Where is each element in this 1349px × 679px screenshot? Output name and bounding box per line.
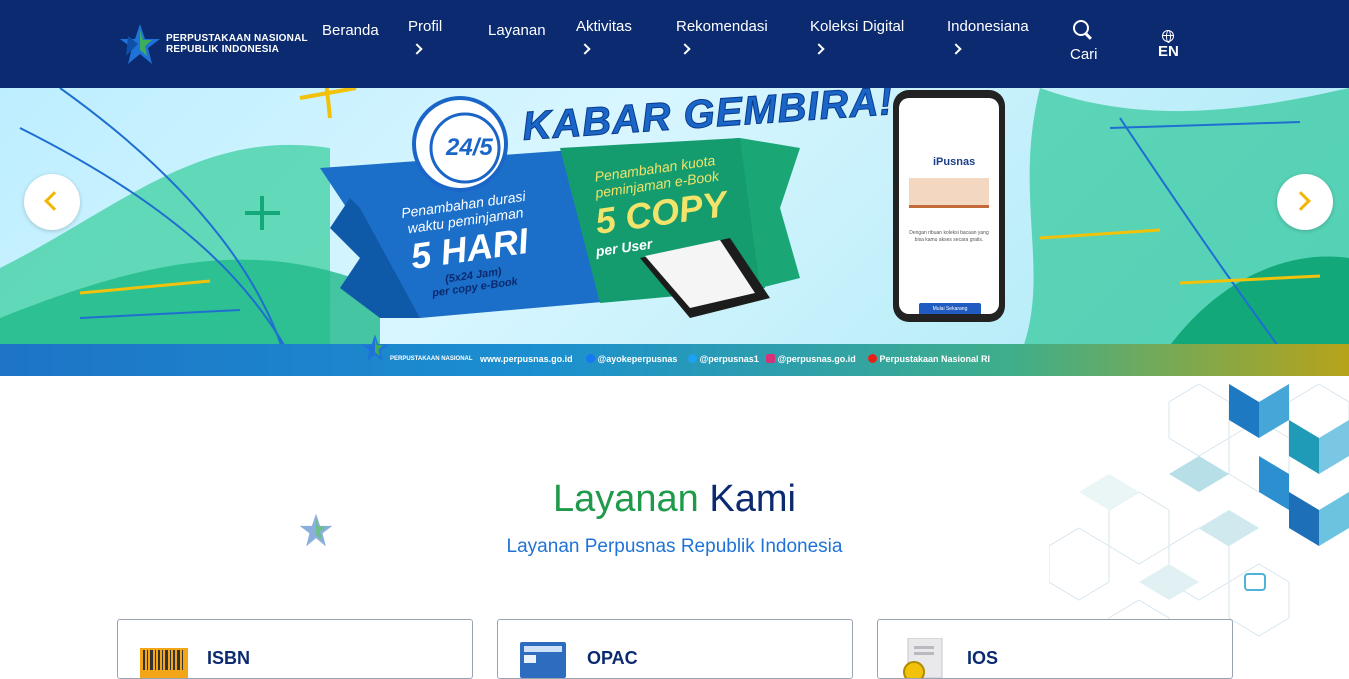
carousel-prev-button[interactable] [24,174,80,230]
section-title: Layanan Kami [0,478,1349,521]
chevron-right-icon [950,43,962,55]
nav-indonesiana[interactable]: Indonesiana [947,18,1029,55]
globe-icon [1162,30,1175,43]
chevron-right-icon [579,43,591,55]
nav-label: Koleksi Digital [810,18,905,35]
nav-rekomendasi[interactable]: Rekomendasi [676,18,768,55]
perpusnas-logo[interactable]: PERPUSTAKAAN NASIONAL REPUBLIK INDONESIA [118,22,308,66]
footer-twitter-label: @perpusnas1 [699,354,759,364]
building-illustration [909,178,989,208]
nav-beranda[interactable]: Beranda [322,22,379,39]
chevron-right-icon [411,43,423,55]
catalog-screen-icon [520,642,566,678]
youtube-icon [868,354,877,363]
phone-screen: iPusnas Dengan ribuan koleksi bacaan yan… [899,98,999,314]
footer-twitter: @perpusnas1 [688,354,759,364]
language-switch[interactable]: EN [1158,30,1179,60]
instagram-icon [766,354,775,363]
facebook-icon [586,354,595,363]
section-subtitle: Layanan Perpusnas Republik Indonesia [506,536,843,557]
phone-description: Dengan ribuan koleksi bacaan yang bisa k… [909,230,989,243]
search-label: Cari [1070,46,1098,63]
nav-label: Profil [408,18,443,35]
nav-label: Beranda [322,22,379,39]
footer-instagram: @perpusnas.go.id [766,354,856,364]
service-card-opac[interactable]: OPAC [497,619,853,679]
footer-instagram-label: @perpusnas.go.id [777,354,856,364]
footer-org: PERPUSTAKAAN NASIONAL [390,356,473,362]
chevron-right-icon [679,43,691,55]
search-icon [1073,20,1089,36]
language-label: EN [1158,43,1179,60]
service-card-isbn[interactable]: ISBN [117,619,473,679]
chevron-right-icon [1291,191,1311,211]
logo-line1: PERPUSTAKAAN NASIONAL [166,33,308,44]
badge-24-5: 24/5 [446,134,493,161]
barcode-icon [140,648,188,678]
footer-youtube-label: Perpustakaan Nasional RI [879,354,991,364]
search-button[interactable]: Cari [1070,20,1098,63]
carousel-next-button[interactable] [1277,174,1333,230]
nav-label: Rekomendasi [676,18,768,35]
document-search-icon [903,638,943,678]
service-card-ios[interactable]: IOS [877,619,1233,679]
star-logo-icon [361,334,389,362]
phone-cta: Mulai Sekarang [919,303,981,314]
logo-line2: REPUBLIK INDONESIA [166,44,280,55]
nav-label: Indonesiana [947,18,1029,35]
banner-footer-strip: PERPUSTAKAAN NASIONAL www.perpusnas.go.i… [0,334,1349,376]
twitter-icon [688,354,697,363]
service-card-label: IOS [967,648,999,668]
nav-label: Layanan [488,22,546,39]
footer-facebook: @ayokeperpusnas [586,354,677,364]
chevron-left-icon [44,191,64,211]
footer-website: www.perpusnas.go.id [480,354,573,364]
section-title-green: Layanan [553,478,699,520]
service-card-label: ISBN [207,648,251,668]
chevron-right-icon [813,43,825,55]
footer-youtube: Perpustakaan Nasional RI [868,354,990,364]
section-title-navy: Kami [709,478,796,520]
nav-koleksi-digital[interactable]: Koleksi Digital [810,18,905,55]
nav-layanan[interactable]: Layanan [488,22,546,39]
service-card-label: OPAC [587,648,638,668]
top-navbar: PERPUSTAKAAN NASIONAL REPUBLIK INDONESIA… [0,0,1349,88]
star-logo-icon [120,24,160,64]
nav-label: Aktivitas [576,18,632,35]
phone-app-name: iPusnas [933,156,976,168]
nav-profil[interactable]: Profil [408,18,443,55]
phone-mockup: iPusnas Dengan ribuan koleksi bacaan yan… [893,90,1005,322]
footer-facebook-label: @ayokeperpusnas [597,354,678,364]
hero-carousel[interactable]: KABAR GEMBIRA! 24/5 Penambahan durasi wa… [0,88,1349,376]
nav-aktivitas[interactable]: Aktivitas [576,18,632,55]
